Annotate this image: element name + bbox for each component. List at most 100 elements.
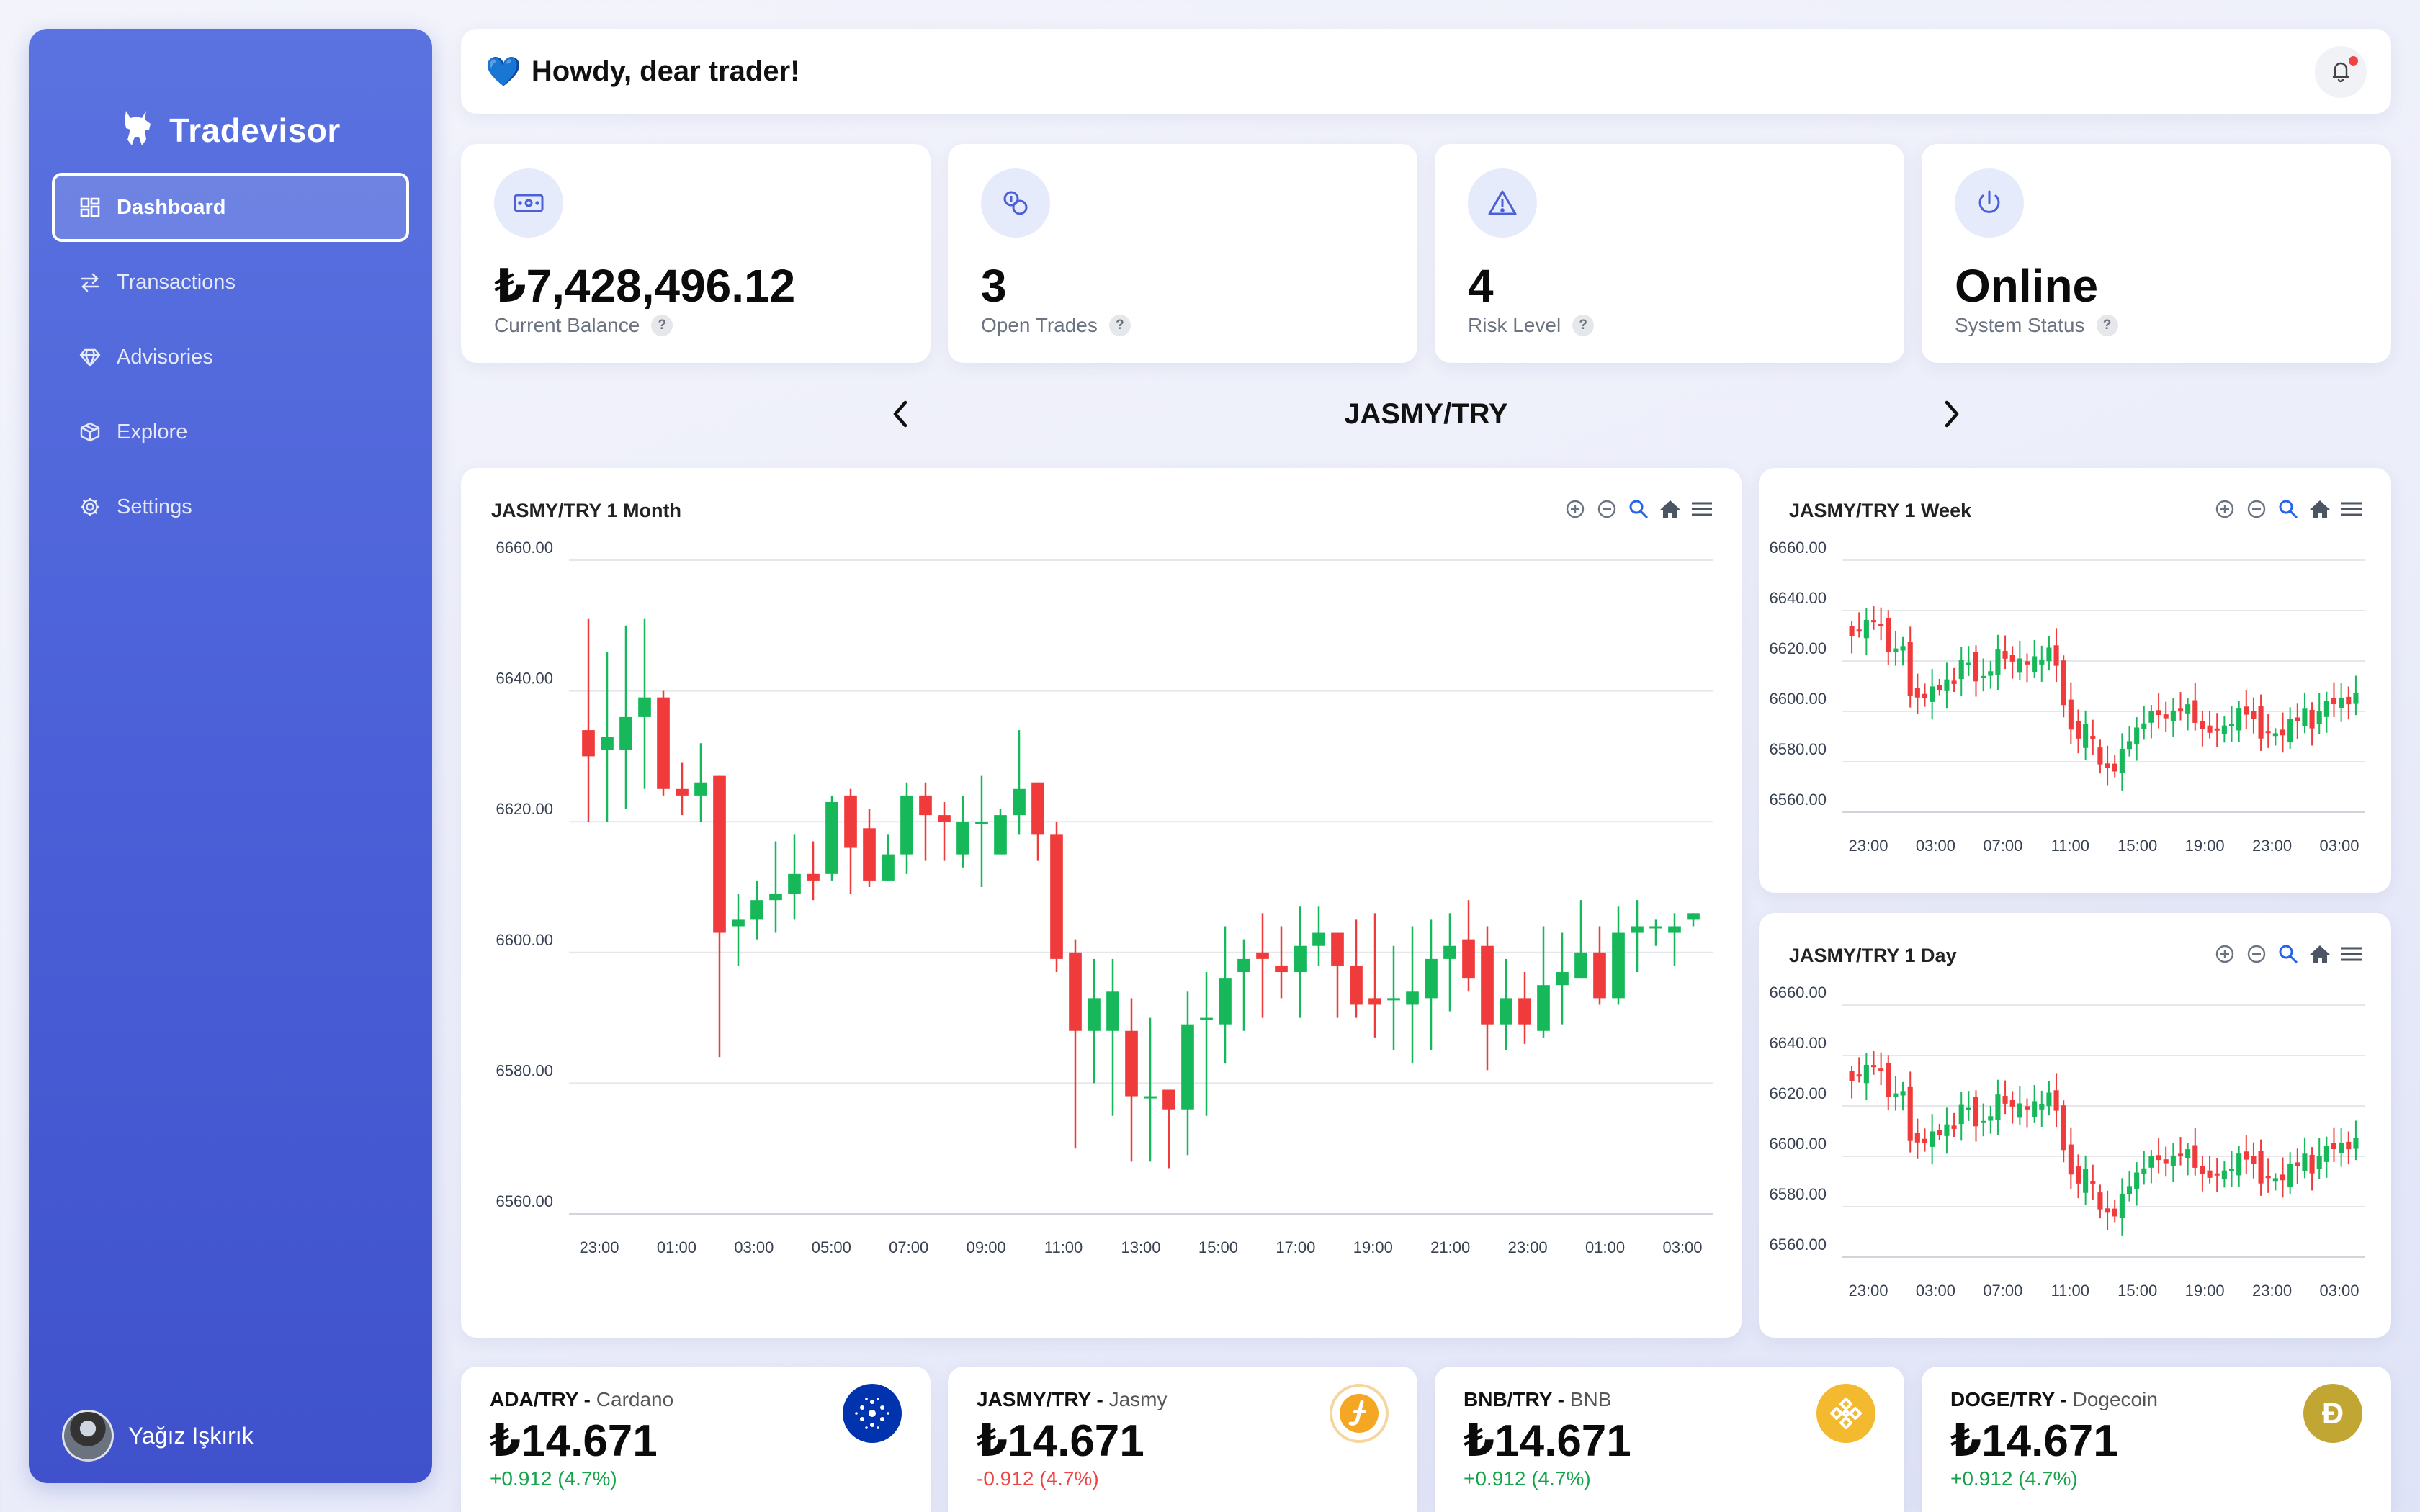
candle[interactable] bbox=[1937, 1123, 1942, 1140]
candle[interactable] bbox=[1849, 1066, 1855, 1099]
candle[interactable] bbox=[694, 743, 707, 822]
candle[interactable] bbox=[2339, 683, 2344, 722]
candle[interactable] bbox=[2236, 701, 2242, 742]
menu-icon[interactable] bbox=[1690, 497, 1714, 521]
candle[interactable] bbox=[2075, 709, 2081, 754]
candle[interactable] bbox=[2148, 705, 2154, 739]
candle[interactable] bbox=[2280, 1157, 2286, 1198]
previous-pair-button[interactable] bbox=[879, 392, 922, 436]
candle[interactable] bbox=[1518, 972, 1531, 1044]
candle[interactable] bbox=[1574, 900, 1587, 979]
candle[interactable] bbox=[1914, 1118, 1920, 1159]
candle[interactable] bbox=[1069, 939, 1082, 1149]
user-profile[interactable]: Yağız Işkırık bbox=[62, 1410, 254, 1462]
candle[interactable] bbox=[1988, 1105, 1994, 1134]
candle[interactable] bbox=[1922, 683, 1928, 707]
candle[interactable] bbox=[2061, 655, 2066, 718]
candle[interactable] bbox=[1162, 1089, 1175, 1169]
candle[interactable] bbox=[1462, 900, 1475, 992]
candle[interactable] bbox=[1219, 926, 1232, 1064]
candle[interactable] bbox=[2309, 702, 2315, 746]
candle[interactable] bbox=[2272, 1173, 2278, 1191]
candle[interactable] bbox=[1863, 608, 1869, 656]
candle[interactable] bbox=[1951, 1112, 1957, 1138]
candle[interactable] bbox=[1556, 932, 1569, 1025]
candle[interactable] bbox=[2185, 698, 2191, 731]
candle[interactable] bbox=[2075, 1154, 2081, 1199]
candle[interactable] bbox=[2170, 1143, 2176, 1182]
candle[interactable] bbox=[2316, 1138, 2322, 1179]
candle[interactable] bbox=[2244, 1135, 2249, 1175]
candle[interactable] bbox=[2126, 726, 2133, 757]
candle[interactable] bbox=[1922, 1128, 1928, 1152]
candle[interactable] bbox=[750, 880, 763, 940]
next-pair-button[interactable] bbox=[1930, 392, 1973, 436]
candle[interactable] bbox=[1878, 607, 1884, 641]
candle[interactable] bbox=[619, 625, 632, 809]
candle[interactable] bbox=[2039, 1090, 2045, 1127]
candlestick-chart-month[interactable]: 6660.00 6640.00 6620.00 6600.00 6580.00 6560.… bbox=[461, 468, 1742, 1338]
sidebar-item-explore[interactable]: Explore bbox=[52, 397, 409, 467]
candle[interactable] bbox=[1849, 621, 1855, 654]
candle[interactable] bbox=[807, 841, 820, 901]
candle[interactable] bbox=[2272, 728, 2278, 746]
candle[interactable] bbox=[2302, 692, 2308, 734]
candle[interactable] bbox=[638, 618, 651, 789]
help-icon[interactable]: ? bbox=[651, 315, 673, 336]
candle[interactable] bbox=[1958, 1092, 1964, 1141]
candle[interactable] bbox=[2024, 1098, 2030, 1128]
candle[interactable] bbox=[1368, 913, 1381, 1038]
candle[interactable] bbox=[1856, 612, 1862, 638]
candle[interactable] bbox=[1631, 900, 1644, 973]
zoom-in-icon[interactable] bbox=[2213, 497, 2237, 521]
candle[interactable] bbox=[1878, 1052, 1884, 1086]
candle[interactable] bbox=[1387, 945, 1400, 1050]
candle[interactable] bbox=[2221, 716, 2227, 743]
help-icon[interactable]: ? bbox=[1572, 315, 1595, 336]
candle[interactable] bbox=[1687, 913, 1700, 927]
zoom-in-icon[interactable] bbox=[1563, 497, 1587, 521]
candle[interactable] bbox=[769, 841, 782, 933]
zoom-out-icon[interactable] bbox=[2244, 942, 2269, 966]
candle[interactable] bbox=[2061, 1100, 2066, 1163]
candle[interactable] bbox=[938, 801, 951, 861]
candle[interactable] bbox=[1312, 906, 1325, 966]
candle[interactable] bbox=[1013, 730, 1026, 835]
candle[interactable] bbox=[2214, 713, 2220, 748]
candle[interactable] bbox=[1973, 645, 1979, 697]
candle[interactable] bbox=[2032, 1084, 2038, 1123]
candle[interactable] bbox=[2185, 1143, 2191, 1176]
candle[interactable] bbox=[2083, 1155, 2089, 1205]
candle[interactable] bbox=[2258, 694, 2264, 751]
candle[interactable] bbox=[1294, 906, 1307, 1018]
candle[interactable] bbox=[2287, 1152, 2293, 1194]
candle[interactable] bbox=[2024, 653, 2030, 683]
candle[interactable] bbox=[1944, 1107, 1950, 1154]
home-icon[interactable] bbox=[2308, 942, 2332, 966]
candle[interactable] bbox=[1886, 610, 1891, 665]
candle[interactable] bbox=[2032, 639, 2038, 678]
candle[interactable] bbox=[1275, 926, 1288, 999]
candle[interactable] bbox=[1350, 919, 1363, 1018]
candle[interactable] bbox=[1649, 919, 1662, 946]
candle[interactable] bbox=[2119, 1178, 2125, 1236]
candle[interactable] bbox=[1031, 782, 1044, 861]
zoom-in-icon[interactable] bbox=[2213, 942, 2237, 966]
candle[interactable] bbox=[2192, 1128, 2198, 1176]
candle[interactable] bbox=[1958, 647, 1964, 696]
candle[interactable] bbox=[2287, 707, 2293, 749]
candle[interactable] bbox=[1088, 958, 1101, 1084]
candle[interactable] bbox=[2046, 1081, 2052, 1116]
candle[interactable] bbox=[994, 809, 1007, 855]
candle[interactable] bbox=[2156, 693, 2161, 729]
candle[interactable] bbox=[1863, 1053, 1869, 1101]
ticker-card-bnb[interactable]: BNB/TRY - BNB ₺14.671 +0.912 (4.7%) bbox=[1435, 1367, 1904, 1512]
candle[interactable] bbox=[2053, 1073, 2059, 1128]
candle[interactable] bbox=[2148, 1150, 2154, 1184]
candle[interactable] bbox=[2119, 733, 2125, 791]
candle[interactable] bbox=[825, 795, 838, 881]
candle[interactable] bbox=[2316, 693, 2322, 734]
ticker-card-doge[interactable]: DOGE/TRY - Dogecoin ₺14.671 +0.912 (4.7%… bbox=[1922, 1367, 2391, 1512]
candle[interactable] bbox=[2105, 745, 2110, 786]
candle[interactable] bbox=[2353, 675, 2359, 716]
